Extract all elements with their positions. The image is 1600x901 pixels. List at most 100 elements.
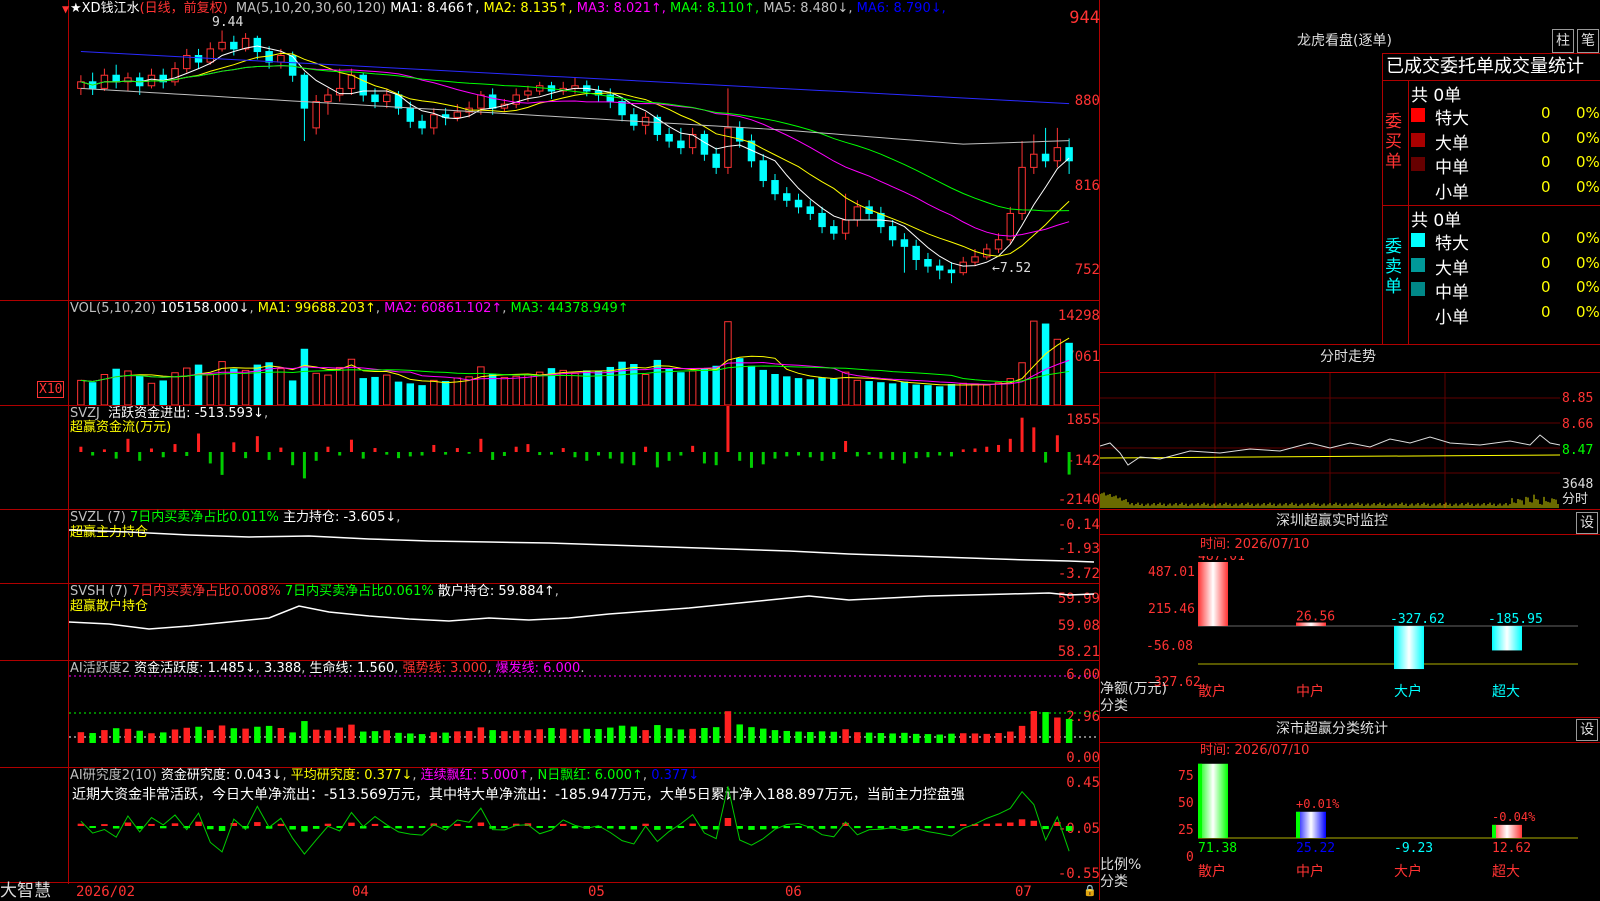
volume-bar <box>971 383 979 405</box>
svzj-bar <box>491 452 495 460</box>
ai-activity-bar <box>383 730 390 743</box>
volume-bar <box>512 375 520 405</box>
ma-value: 8.135↑, <box>520 1 573 16</box>
svzj-bar <box>844 441 848 452</box>
lock-icon[interactable]: 🔒 <box>1083 884 1097 897</box>
ai-research-line <box>80 786 1070 855</box>
ai-research-chart[interactable] <box>69 768 1099 882</box>
svzj-bar <box>467 452 471 454</box>
intraday-title: 分时走势 <box>1320 349 1376 365</box>
monitor-y-tick: 487.01 <box>1148 565 1195 580</box>
order-pct: 0% <box>1576 253 1600 272</box>
menu-arrow-icon[interactable]: ▼ <box>62 2 69 16</box>
ma120-line <box>80 51 1070 105</box>
svzj-bar <box>985 446 989 452</box>
ai-activity-bar <box>501 731 508 743</box>
ai-activity-chart[interactable] <box>69 661 1099 767</box>
candle <box>735 121 744 148</box>
ai-activity-bar <box>124 728 132 743</box>
candle <box>1065 138 1073 174</box>
bar-mode-button[interactable]: 柱 <box>1552 29 1574 53</box>
ai-activity-bar <box>712 727 720 743</box>
volume-chart[interactable] <box>69 301 1099 405</box>
ai-activity-bar <box>242 728 249 743</box>
ai-research-bar <box>536 826 543 828</box>
ai-activity-bar <box>195 726 202 743</box>
svsh-line-chart[interactable] <box>69 584 1099 660</box>
volume-bar <box>312 372 320 405</box>
ai-activity-bar <box>512 730 520 743</box>
svzj-bar <box>926 452 930 458</box>
order-row: 特大 0 0% <box>1411 229 1600 254</box>
svg-text:-9.23: -9.23 <box>1394 841 1433 856</box>
candle <box>1006 206 1015 244</box>
svzj-bar <box>538 452 542 456</box>
class-y-tick: 0 <box>1186 850 1194 865</box>
candle <box>900 233 909 273</box>
ai-research-bar <box>1030 820 1038 826</box>
ai-research-bar <box>724 818 732 826</box>
ma60-line <box>80 87 1070 145</box>
volume-bar <box>277 368 285 405</box>
candle <box>253 35 262 60</box>
monitor-bar-chart[interactable]: 487.01 散户 26.56 中户 -327.62 大户 -185.95 超大 <box>1198 556 1600 706</box>
candle <box>994 233 1003 253</box>
tick-mode-button[interactable]: 笔 <box>1577 29 1599 53</box>
monitor-settings-button[interactable]: 设 <box>1576 512 1598 534</box>
ai-research-bar <box>689 823 696 826</box>
intraday-chart[interactable] <box>1100 373 1560 508</box>
ai-activity-bar <box>983 733 990 743</box>
order-pct: 0% <box>1576 302 1600 321</box>
class-bar-chart[interactable]: +0.10% 71.38 散户 +0.01% 25.22 中户 -9.23 大户 -0.04% 1… <box>1198 760 1600 900</box>
candle <box>418 114 426 135</box>
ai-activity-bar <box>995 733 1002 743</box>
ai-research-bar <box>630 826 638 830</box>
volume-bar <box>524 374 532 405</box>
candle <box>430 108 438 135</box>
ai-activity-bar <box>618 725 626 743</box>
svzj-bar <box>644 446 648 452</box>
svzj-bar <box>679 452 683 456</box>
ai-research-bar <box>1042 826 1049 830</box>
ai-research-bar <box>830 826 838 829</box>
ai-activity-bar <box>665 728 673 743</box>
volume-bar <box>206 373 215 405</box>
period-label[interactable]: (日线，前复权) <box>140 1 228 16</box>
svzj-chart[interactable] <box>69 406 1099 509</box>
order-row: 大单 0 0% <box>1411 129 1600 154</box>
candle <box>888 220 897 247</box>
svzj-bar <box>244 452 248 459</box>
star-icon[interactable]: ★ <box>70 1 82 16</box>
vol-scale-badge: X10 <box>37 381 65 398</box>
volume-bar <box>194 364 203 405</box>
class-settings-button[interactable]: 设 <box>1576 719 1598 741</box>
ai-activity-bar <box>818 731 826 743</box>
volume-bar <box>324 374 332 405</box>
svg-text:超大: 超大 <box>1492 864 1520 880</box>
candle <box>630 108 638 131</box>
class-title: 深市超赢分类统计 <box>1276 721 1388 737</box>
svzl-line-chart[interactable] <box>69 510 1099 583</box>
buy-order-label: 委买单 <box>1385 112 1402 172</box>
high-price-label: 9.44 <box>212 15 244 30</box>
monitor-bar: 26.56 中户 <box>1296 610 1335 700</box>
svzj-bar <box>655 452 659 468</box>
order-count: 0 <box>1541 302 1551 321</box>
brand-label: 大智慧 <box>0 881 51 901</box>
svzj-bar <box>349 439 353 452</box>
volume-bar <box>571 372 579 405</box>
candle <box>700 130 709 161</box>
class-bar: -0.04% 12.62 超大 <box>1492 810 1536 880</box>
class-y-tick: 50 <box>1178 796 1194 811</box>
svzj-bar <box>973 448 977 452</box>
svzj-bar <box>126 438 130 452</box>
svzj-bar <box>879 452 883 459</box>
candle <box>1030 134 1038 174</box>
svzj-bar <box>408 452 412 457</box>
order-pct: 0% <box>1576 104 1600 122</box>
candlestick-chart[interactable] <box>69 16 1099 299</box>
order-pct: 0% <box>1576 229 1600 247</box>
volume-bar <box>865 381 873 405</box>
candle <box>830 220 838 240</box>
intraday-y-tick: 8.47 <box>1562 443 1594 458</box>
